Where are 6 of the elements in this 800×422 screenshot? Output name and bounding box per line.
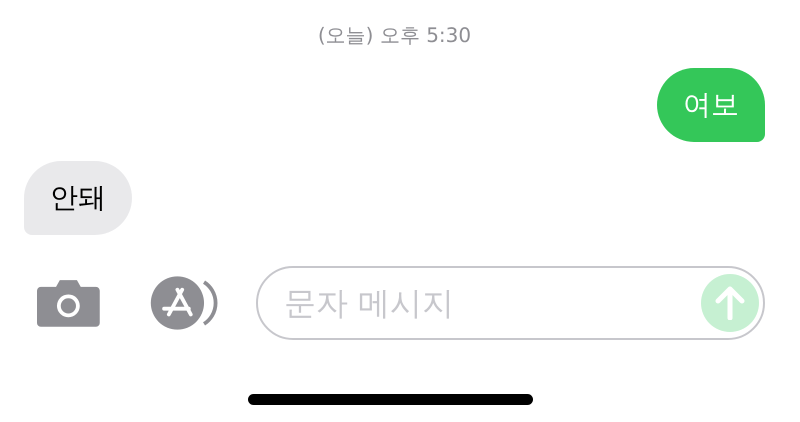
arrow-up-icon — [715, 286, 745, 320]
camera-icon[interactable] — [37, 278, 100, 328]
received-message-bubble: 안돼 — [24, 161, 132, 235]
sent-message-bubble: 여보 — [657, 68, 765, 142]
message-input-field[interactable]: 문자 메시지 — [256, 266, 765, 340]
timestamp: (오늘) 오후 5:30 — [318, 22, 472, 48]
